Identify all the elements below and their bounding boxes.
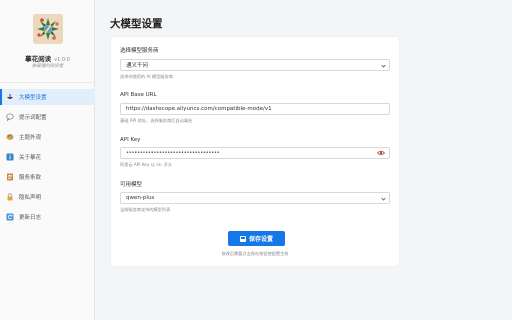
model-hint: 当前服务商支持的模型列表 xyxy=(120,207,171,212)
base-url-input[interactable]: https://dashscope.aliyuncs.com/compatibl… xyxy=(120,103,390,115)
document-icon xyxy=(6,173,14,181)
app-name: 摹花阅读 v1.0.0 xyxy=(0,53,95,63)
page-title: 大模型设置 xyxy=(110,18,163,30)
model-label: 可用模型 xyxy=(120,182,143,188)
eye-icon[interactable] xyxy=(377,150,385,157)
sidebar-divider xyxy=(0,82,95,83)
sidebar: 摹花阅读 v1.0.0 做最懂的阅读者 大模型设置 提示词配置 主题外观 关于摹花… xyxy=(0,0,95,320)
info-icon xyxy=(6,153,14,161)
sidebar-item-model-settings[interactable]: 大模型设置 xyxy=(0,89,95,105)
sidebar-item-theme[interactable]: 主题外观 xyxy=(0,129,95,145)
provider-select[interactable]: 通义千问 xyxy=(120,59,390,71)
model-select-value: qwen-plus xyxy=(126,195,155,201)
floppy-disk-icon xyxy=(239,235,246,242)
app-title: 摹花阅读 xyxy=(25,55,52,63)
provider-hint: 选择你使用的 AI 模型服务商 xyxy=(120,74,173,79)
sidebar-item-changelog[interactable]: 更新日志 xyxy=(0,209,95,225)
sidebar-item-label: 隐私声明 xyxy=(19,195,42,201)
sidebar-item-label: 关于摹花 xyxy=(19,155,42,161)
save-button-label: 保存设置 xyxy=(248,236,273,243)
save-note: 修改后需要点击保存按钮使配置生效 xyxy=(221,251,289,256)
api-key-value: •••••••••••••••••••••••••••••••••• xyxy=(126,150,220,156)
api-key-hint: 阿里云 API Key 以 sk- 开头 xyxy=(120,162,173,167)
provider-label: 选择模型服务商 xyxy=(120,48,159,54)
base-url-value: https://dashscope.aliyuncs.com/compatibl… xyxy=(126,106,272,112)
sidebar-item-prompts[interactable]: 提示词配置 xyxy=(0,109,95,125)
base-url-hint: 基础 API 地址，选择服务商后自动填充 xyxy=(120,118,193,123)
sidebar-item-about[interactable]: 关于摹花 xyxy=(0,149,95,165)
refresh-icon xyxy=(6,213,14,221)
lock-icon xyxy=(6,193,14,201)
model-select[interactable]: qwen-plus xyxy=(120,192,390,204)
sidebar-item-label: 主题外观 xyxy=(19,135,42,141)
sidebar-item-label: 大模型设置 xyxy=(19,95,47,101)
sidebar-item-label: 服务条款 xyxy=(19,175,42,181)
base-url-label: API Base URL xyxy=(120,92,157,98)
speech-bubble-icon xyxy=(6,113,14,121)
api-key-input[interactable]: •••••••••••••••••••••••••••••••••• xyxy=(120,147,390,159)
bowl-icon xyxy=(6,93,14,101)
sidebar-item-terms[interactable]: 服务条款 xyxy=(0,169,95,185)
app-tagline: 做最懂的阅读者 xyxy=(31,64,64,69)
app-logo xyxy=(33,14,63,44)
api-key-label: API Key xyxy=(120,137,141,143)
save-settings-button[interactable]: 保存设置 xyxy=(228,231,285,246)
palette-icon xyxy=(6,133,14,141)
provider-select-value: 通义千问 xyxy=(126,63,149,69)
sidebar-item-privacy[interactable]: 隐私声明 xyxy=(0,189,95,205)
sidebar-item-label: 更新日志 xyxy=(19,215,42,221)
sidebar-item-label: 提示词配置 xyxy=(19,115,47,121)
